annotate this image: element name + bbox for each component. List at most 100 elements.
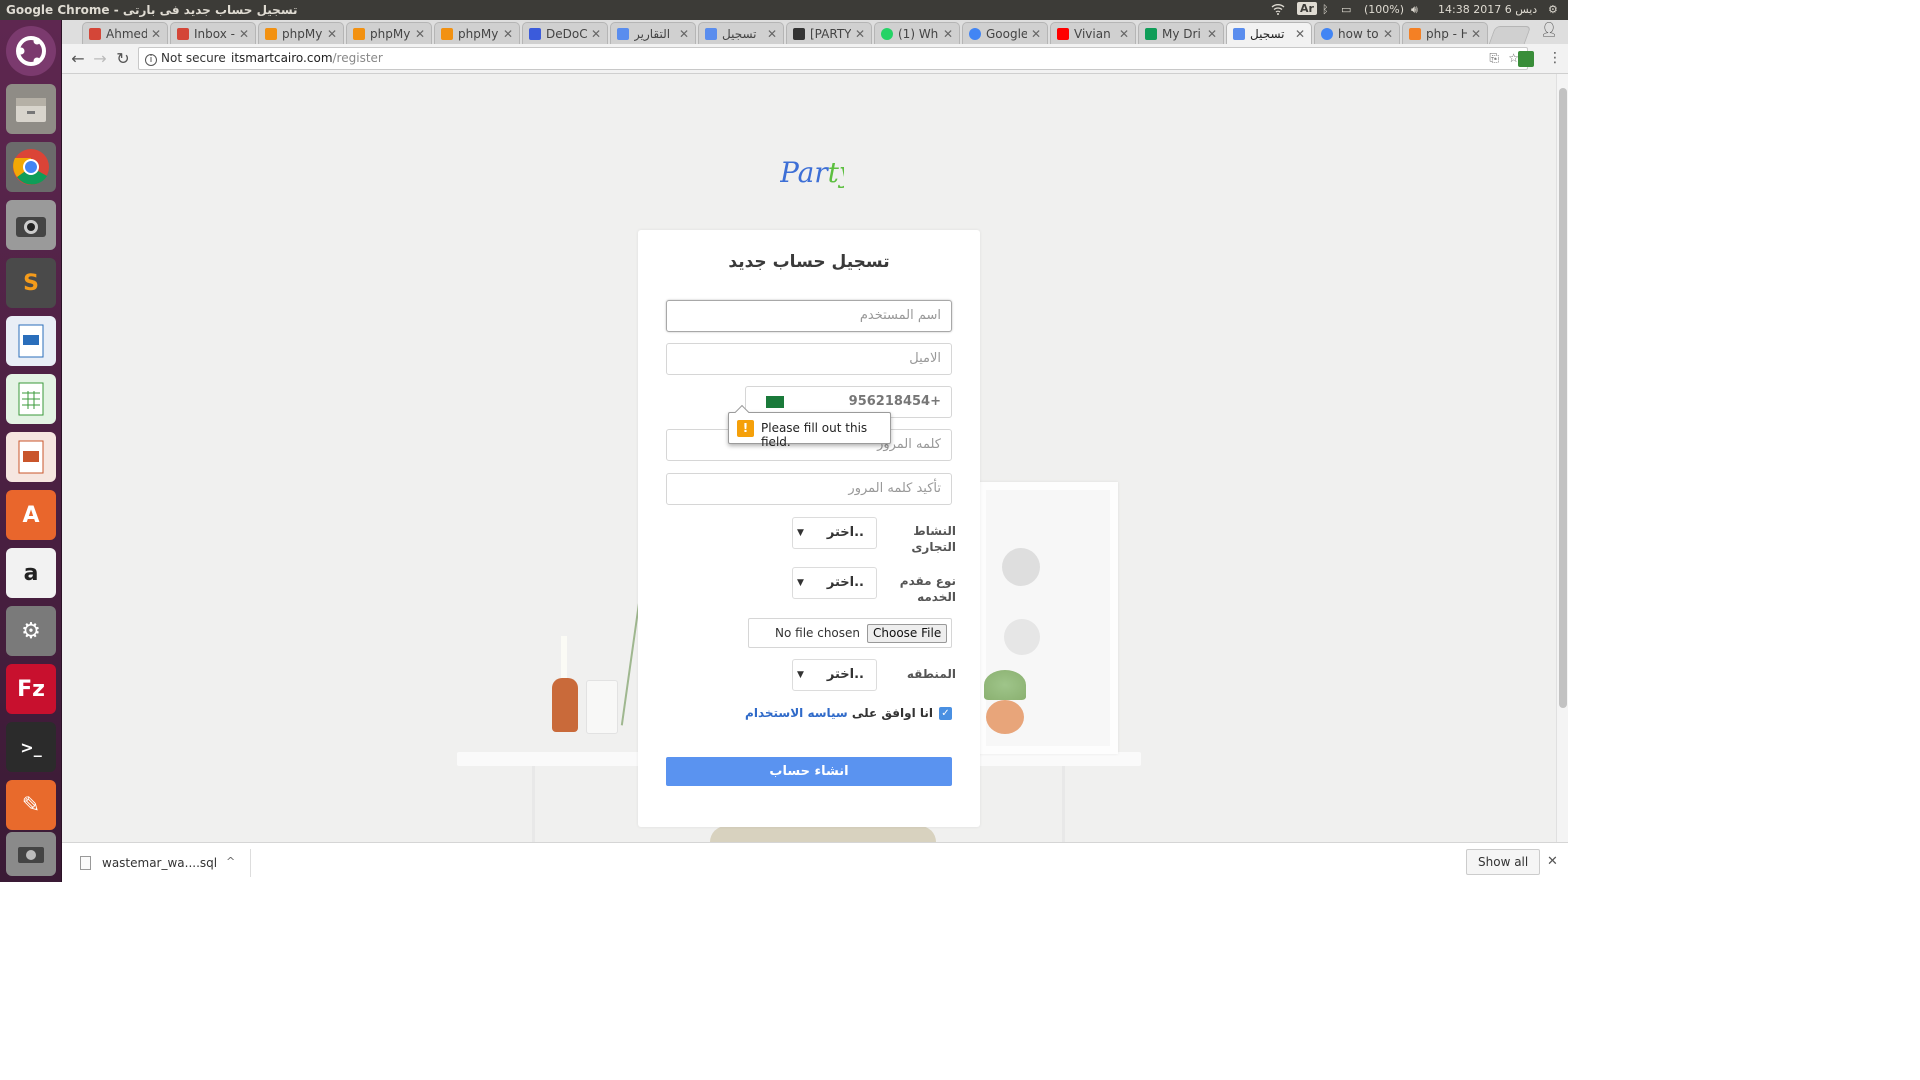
info-icon: i [145, 54, 157, 66]
close-icon[interactable]: ✕ [1471, 27, 1481, 41]
terminal-icon[interactable]: >_ [6, 722, 56, 772]
google-icon [1321, 27, 1333, 40]
close-icon[interactable]: ✕ [1383, 27, 1393, 41]
validation-message: Please fill out this field. [761, 421, 868, 449]
candle [561, 636, 567, 678]
impress-icon[interactable] [6, 432, 56, 482]
tab-item[interactable]: phpMy ✕ [346, 22, 432, 44]
extension-icon[interactable] [1518, 51, 1534, 67]
screenshot-icon[interactable] [6, 832, 56, 876]
chevron-up-icon[interactable]: ^ [226, 855, 235, 868]
close-icon[interactable]: ✕ [1119, 27, 1129, 41]
inkscape-icon[interactable]: ✎ [6, 780, 56, 830]
close-icon[interactable]: ✕ [591, 27, 601, 41]
provider-select[interactable]: اختر.. ▼ [792, 567, 877, 599]
keyboard-layout-indicator[interactable]: Ar [1297, 2, 1317, 15]
tab-item[interactable]: التقارير ✕ [610, 22, 696, 44]
file-icon [80, 856, 91, 870]
tab-item[interactable]: [PARTY ✕ [786, 22, 872, 44]
close-icon[interactable]: ✕ [767, 27, 777, 41]
region-select[interactable]: اختر.. ▼ [792, 659, 877, 691]
filezilla-icon[interactable]: Fz [6, 664, 56, 714]
forward-icon[interactable]: → [90, 49, 110, 69]
tab-item[interactable]: phpMy ✕ [258, 22, 344, 44]
close-icon[interactable]: ✕ [943, 27, 953, 41]
camera-icon[interactable] [6, 200, 56, 250]
wifi-icon[interactable] [1271, 3, 1285, 18]
divider [250, 849, 251, 877]
tab-item[interactable]: phpMy ✕ [434, 22, 520, 44]
tab-item[interactable]: Ahmed ✕ [82, 22, 168, 44]
close-icon[interactable]: ✕ [151, 27, 161, 41]
sublime-text-icon[interactable]: S [6, 258, 56, 308]
show-all-button[interactable]: Show all [1466, 849, 1541, 875]
file-input[interactable]: No file chosen Choose File [748, 618, 952, 648]
download-filename[interactable]: wastemar_wa....sql [102, 856, 217, 870]
back-icon[interactable]: ← [68, 49, 88, 69]
close-icon[interactable]: ✕ [239, 27, 249, 41]
trello-icon [793, 27, 805, 40]
writer-icon[interactable] [6, 316, 56, 366]
tab-item[interactable]: DeDoC ✕ [522, 22, 608, 44]
close-icon[interactable]: ✕ [503, 27, 513, 41]
terms-checkbox[interactable]: ✓ [939, 707, 952, 720]
profile-icon[interactable]: 👤︎ [1540, 22, 1558, 38]
close-icon[interactable]: ✕ [679, 27, 689, 41]
frame-art-circle [1004, 619, 1040, 655]
new-tab-button[interactable] [1488, 26, 1532, 44]
close-icon[interactable]: ✕ [855, 27, 865, 41]
bluetooth-icon[interactable]: ᛒ [1322, 3, 1329, 16]
tab-item-active[interactable]: تسجيل ✕ [1226, 22, 1312, 44]
tab-item[interactable]: Google ✕ [962, 22, 1048, 44]
tab-label: My Dri [1162, 26, 1201, 41]
tab-item[interactable]: Inbox - ✕ [170, 22, 256, 44]
terms-link[interactable]: سياسه الاستخدام [745, 706, 848, 720]
phone-value: +956218454 [848, 394, 941, 409]
translate-icon[interactable]: ⎘ [1489, 48, 1499, 69]
files-icon[interactable] [6, 84, 56, 134]
chrome-icon[interactable] [6, 142, 56, 192]
gear-icon[interactable]: ⚙ [1548, 3, 1558, 16]
region-value: اختر.. [826, 667, 864, 682]
tab-item[interactable]: تسجيل ✕ [698, 22, 784, 44]
tab-label: تسجيل [722, 26, 757, 41]
party-logo[interactable]: Party [779, 154, 856, 204]
business-select[interactable]: اختر.. ▼ [792, 517, 877, 549]
email-input[interactable]: الاميل [666, 343, 952, 375]
calc-icon[interactable] [6, 374, 56, 424]
volume-icon[interactable]: 🔊︎ [1411, 3, 1418, 17]
close-icon[interactable]: ✕ [1295, 27, 1305, 41]
system-settings-icon[interactable]: ⚙ [6, 606, 56, 656]
security-indicator[interactable]: i Not secure [145, 48, 226, 69]
stackoverflow-icon [1409, 27, 1421, 40]
amazon-icon[interactable]: a [6, 548, 56, 598]
software-center-icon[interactable]: A [6, 490, 56, 540]
page-scrollbar[interactable] [1556, 74, 1568, 842]
create-account-button[interactable]: انشاء حساب [666, 757, 952, 786]
close-icon[interactable]: ✕ [1031, 27, 1041, 41]
tab-item[interactable]: Vivian ✕ [1050, 22, 1136, 44]
tab-item[interactable]: (1) Wha ✕ [874, 22, 960, 44]
tab-item[interactable]: My Dri ✕ [1138, 22, 1224, 44]
close-icon[interactable]: ✕ [1207, 27, 1217, 41]
menu-icon[interactable]: ⋮ [1548, 50, 1562, 66]
confirm-password-input[interactable]: تأكيد كلمه المرور [666, 473, 952, 505]
address-bar[interactable]: i Not secure itsmartcairo.com/register ⎘ … [138, 47, 1528, 70]
reload-icon[interactable]: ↻ [113, 49, 133, 69]
tab-item[interactable]: how to ✕ [1314, 22, 1400, 44]
ubuntu-dash-icon[interactable] [6, 26, 56, 76]
google-drive-icon [1145, 27, 1157, 40]
scrollbar-thumb[interactable] [1559, 88, 1567, 708]
choose-file-button[interactable]: Choose File [867, 624, 948, 643]
region-label: المنطقه [906, 667, 956, 681]
clock[interactable]: 14:38 2017 6 ديس [1438, 3, 1537, 16]
battery-icon[interactable]: ▭ [1341, 3, 1351, 16]
tab-label: how to [1338, 26, 1379, 41]
close-icon[interactable]: ✕ [1547, 854, 1558, 869]
form-title: تسجيل حساب جديد [728, 252, 890, 272]
close-icon[interactable]: ✕ [327, 27, 337, 41]
tab-item[interactable]: php - H ✕ [1402, 22, 1488, 44]
username-input[interactable]: اسم المستخدم [666, 300, 952, 332]
saudi-flag-icon[interactable] [766, 396, 784, 408]
close-icon[interactable]: ✕ [415, 27, 425, 41]
